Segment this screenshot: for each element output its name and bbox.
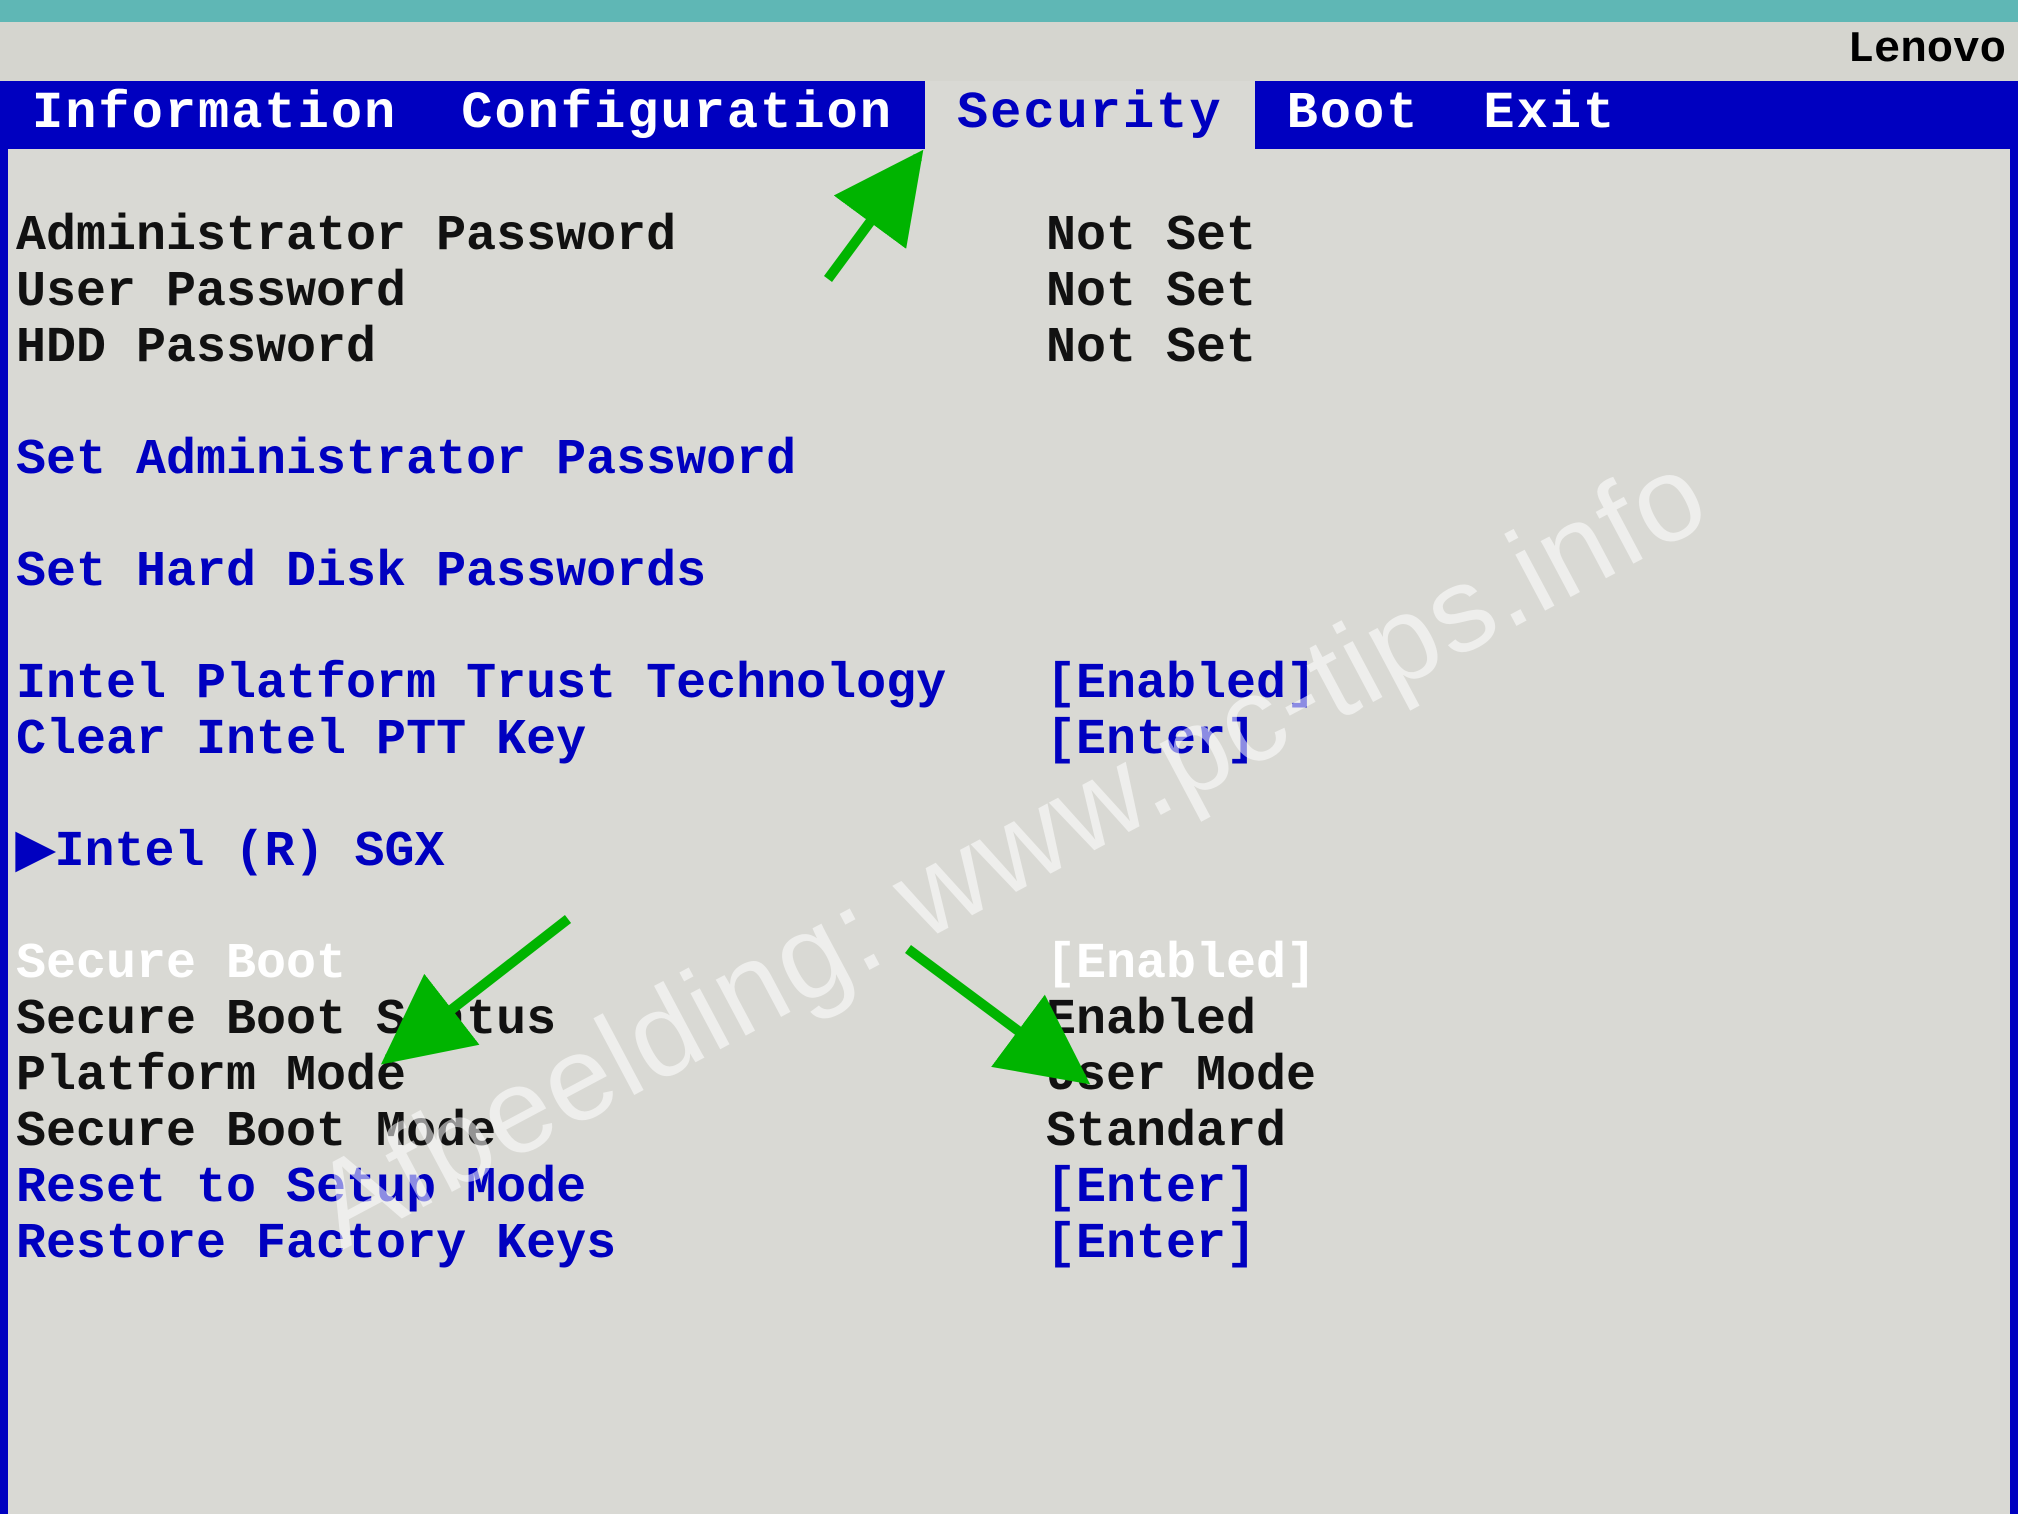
setting-label: Intel Platform Trust Technology: [16, 657, 1046, 713]
setting-label: HDD Password: [16, 321, 1046, 377]
setting-row-secure-boot-status: Secure Boot StatusEnabled: [8, 993, 2010, 1049]
setting-row-reset-to-setup-mode[interactable]: Reset to Setup Mode[Enter]: [8, 1161, 2010, 1217]
brand-bar: Lenovo: [0, 22, 2018, 81]
setting-row-secure-boot-mode: Secure Boot ModeStandard: [8, 1105, 2010, 1161]
setting-label: Restore Factory Keys: [16, 1217, 1046, 1273]
setting-label: Platform Mode: [16, 1049, 1046, 1105]
window-top-strip: [0, 0, 2018, 22]
setting-value: Enabled: [1046, 993, 2010, 1049]
setting-value: Not Set: [1046, 209, 2010, 265]
setting-row-set-hard-disk-passwords[interactable]: Set Hard Disk Passwords: [8, 545, 2010, 601]
tab-exit[interactable]: Exit: [1451, 81, 1648, 149]
setting-label: Secure Boot Status: [16, 993, 1046, 1049]
setting-label: User Password: [16, 265, 1046, 321]
tab-information[interactable]: Information: [0, 81, 429, 149]
bios-tab-bar: InformationConfigurationSecurityBootExit: [0, 81, 2018, 149]
setting-row-hdd-password: HDD PasswordNot Set: [8, 321, 2010, 377]
brand-label: Lenovo: [1848, 25, 2006, 75]
setting-label: Set Hard Disk Passwords: [16, 545, 1046, 601]
setting-value[interactable]: [Enabled]: [1046, 657, 2010, 713]
row-spacer: [8, 601, 2010, 657]
setting-label: Reset to Setup Mode: [16, 1161, 1046, 1217]
setting-label: Administrator Password: [16, 209, 1046, 265]
setting-row-intel-platform-trust-technology[interactable]: Intel Platform Trust Technology[Enabled]: [8, 657, 2010, 713]
setting-label: Secure Boot Mode: [16, 1105, 1046, 1161]
setting-row-clear-intel-ptt-key[interactable]: Clear Intel PTT Key[Enter]: [8, 713, 2010, 769]
row-spacer: [8, 769, 2010, 825]
setting-row-restore-factory-keys[interactable]: Restore Factory Keys[Enter]: [8, 1217, 2010, 1273]
setting-row-intel-r-sgx[interactable]: ▶Intel (R) SGX: [8, 825, 2010, 881]
tab-security[interactable]: Security: [925, 81, 1255, 149]
setting-value[interactable]: [Enabled]: [1046, 937, 2010, 993]
setting-value: Not Set: [1046, 321, 2010, 377]
setting-label: ▶Intel (R) SGX: [16, 825, 1046, 881]
setting-row-set-administrator-password[interactable]: Set Administrator Password: [8, 433, 2010, 489]
setting-row-secure-boot[interactable]: Secure Boot[Enabled]: [8, 937, 2010, 993]
setting-row-administrator-password: Administrator PasswordNot Set: [8, 209, 2010, 265]
setting-row-user-password: User PasswordNot Set: [8, 265, 2010, 321]
setting-value[interactable]: [Enter]: [1046, 713, 2010, 769]
setting-label: Set Administrator Password: [16, 433, 1046, 489]
row-spacer: [8, 489, 2010, 545]
row-spacer: [8, 377, 2010, 433]
bios-security-panel: Administrator PasswordNot Set User Passw…: [0, 149, 2018, 1514]
setting-label: Clear Intel PTT Key: [16, 713, 1046, 769]
setting-value: Standard: [1046, 1105, 2010, 1161]
setting-value[interactable]: [Enter]: [1046, 1217, 2010, 1273]
setting-row-platform-mode: Platform ModeUser Mode: [8, 1049, 2010, 1105]
row-spacer: [8, 881, 2010, 937]
setting-label: Secure Boot: [16, 937, 1046, 993]
setting-value: User Mode: [1046, 1049, 2010, 1105]
setting-value: Not Set: [1046, 265, 2010, 321]
setting-value[interactable]: [Enter]: [1046, 1161, 2010, 1217]
tab-configuration[interactable]: Configuration: [429, 81, 925, 149]
tab-boot[interactable]: Boot: [1255, 81, 1452, 149]
